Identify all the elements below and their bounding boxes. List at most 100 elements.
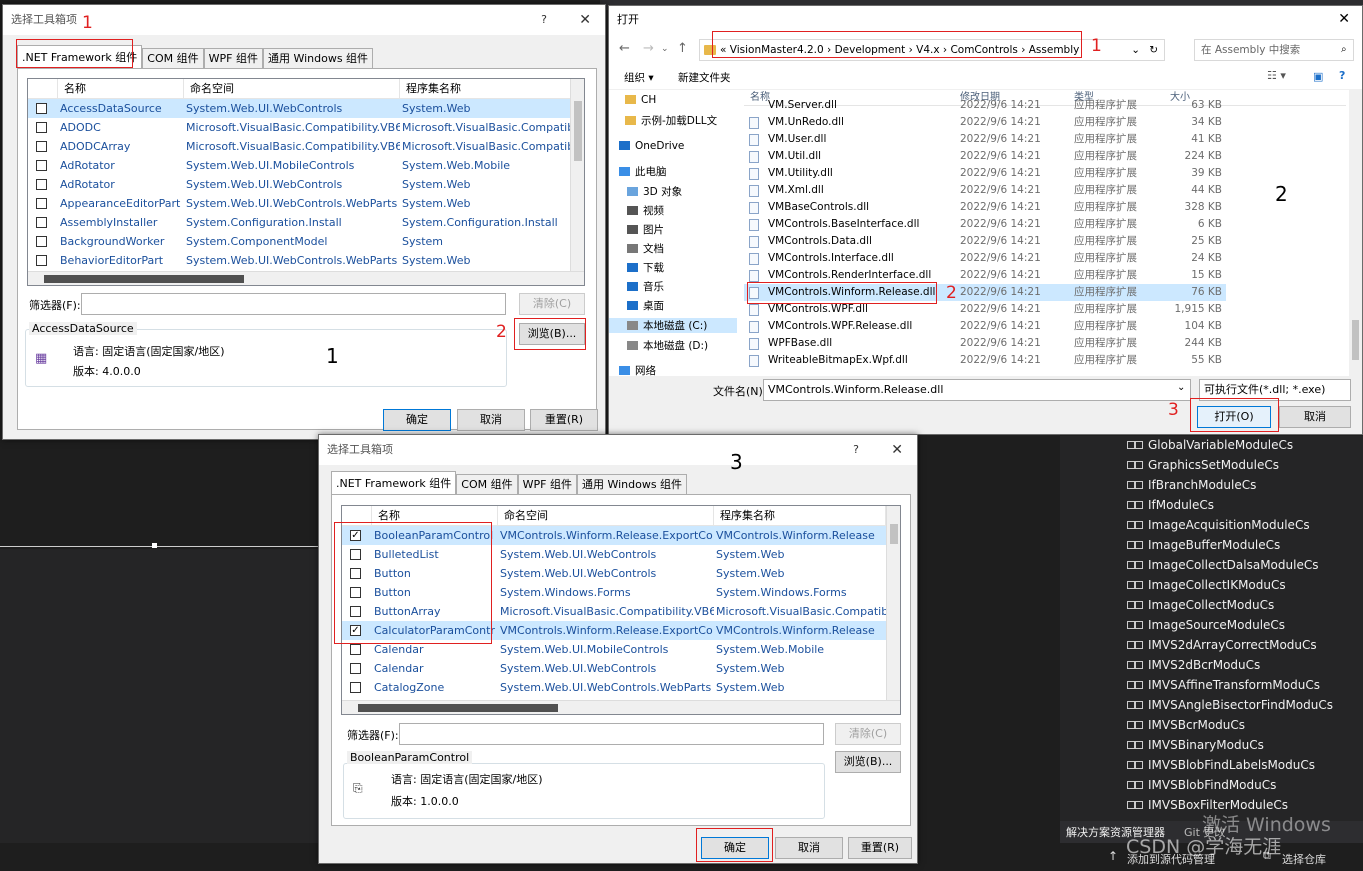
clear-button[interactable]: 清除(C) — [519, 293, 585, 315]
checkbox[interactable] — [36, 198, 47, 209]
checkbox[interactable] — [36, 160, 47, 171]
col-assembly[interactable]: 程序集名称 — [400, 79, 572, 98]
list-row[interactable]: AdRotator System.Web.UI.MobileControls Sys… — [28, 156, 584, 175]
nav-item[interactable]: 视频 — [627, 203, 664, 218]
file-row[interactable]: VM.User.dll 2022/9/6 14:21 应用程序扩展 41 KB — [744, 131, 1226, 148]
tree-item[interactable]: IfModuleCs — [1127, 498, 1214, 512]
tree-item[interactable]: IMVSBlobFindModuCs — [1127, 778, 1276, 792]
tree-item[interactable]: ImageCollectDalsaModuleCs — [1127, 558, 1318, 572]
list-row[interactable]: AppearanceEditorPart System.Web.UI.WebCon… — [28, 194, 584, 213]
tree-item[interactable]: IfBranchModuleCs — [1127, 478, 1256, 492]
close-icon[interactable]: ✕ — [579, 5, 591, 35]
tab-com[interactable]: COM 组件 — [456, 474, 518, 494]
reset-button[interactable]: 重置(R) — [530, 409, 598, 431]
preview-pane-icon[interactable]: ▣ — [1313, 70, 1323, 83]
chevron-down-icon[interactable]: ⌄ — [1131, 40, 1140, 60]
tree-item[interactable]: ImageCollectIKModuCs — [1127, 578, 1286, 592]
nav-item[interactable]: 3D 对象 — [627, 184, 682, 199]
nav-item[interactable]: 本地磁盘 (D:) — [627, 338, 708, 353]
close-icon[interactable]: ✕ — [891, 435, 903, 465]
nav-item[interactable]: 音乐 — [627, 279, 664, 294]
checkbox[interactable] — [36, 122, 47, 133]
select-repository[interactable]: 选择仓库 — [1282, 851, 1326, 867]
nav-item[interactable]: 示例-加载DLL文 — [625, 113, 717, 128]
col-assembly[interactable]: 程序集名称 — [714, 506, 886, 525]
back-arrow-icon[interactable]: ← — [619, 41, 630, 56]
ok-button[interactable]: 确定 — [383, 409, 451, 431]
checkbox[interactable] — [36, 255, 47, 266]
file-row[interactable]: VM.UnRedo.dll 2022/9/6 14:21 应用程序扩展 34 KB — [744, 114, 1226, 131]
nav-item[interactable]: 文档 — [627, 241, 664, 256]
tree-item[interactable]: ImageAcquisitionModuleCs — [1127, 518, 1310, 532]
nav-item[interactable]: CH — [625, 94, 656, 106]
filter-input[interactable] — [81, 293, 506, 315]
filter-input[interactable] — [399, 723, 824, 745]
browse-button[interactable]: 浏览(B)... — [835, 751, 901, 773]
cancel-button[interactable]: 取消 — [775, 837, 843, 859]
vertical-scrollbar[interactable] — [1349, 90, 1362, 376]
nav-item[interactable]: 本地磁盘 (C:) — [609, 318, 737, 333]
tree-item[interactable]: GraphicsSetModuleCs — [1127, 458, 1279, 472]
list-row[interactable]: AssemblyInstaller System.Configuration.In… — [28, 213, 584, 232]
chevron-down-icon[interactable]: ⌄ — [1177, 382, 1185, 393]
tab-wpf[interactable]: WPF 组件 — [203, 48, 263, 68]
col-namespace[interactable]: 命名空间 — [184, 79, 400, 98]
refresh-icon[interactable]: ↻ — [1149, 40, 1158, 60]
scroll-thumb[interactable] — [574, 101, 582, 161]
scroll-thumb[interactable] — [890, 524, 898, 544]
help-icon[interactable]: ? — [853, 435, 859, 465]
checkbox[interactable] — [36, 179, 47, 190]
help-icon[interactable]: ? — [541, 5, 547, 35]
file-row[interactable]: VMControls.WPF.Release.dll 2022/9/6 14:21… — [744, 318, 1226, 335]
search-input[interactable]: 在 Assembly 中搜索 — [1194, 39, 1354, 61]
file-row[interactable]: VM.Server.dll 2022/9/6 14:21 应用程序扩展 63 KB — [744, 99, 1226, 114]
tree-item[interactable]: ImageCollectModuCs — [1127, 598, 1274, 612]
list-row[interactable]: Calendar System.Web.UI.WebControls System.… — [342, 659, 900, 678]
nav-item[interactable]: 图片 — [627, 222, 664, 237]
tree-item[interactable]: IMVSAngleBisectorFindModuCs — [1127, 698, 1333, 712]
list-row[interactable]: ADODC Microsoft.VisualBasic.Compatibility… — [28, 118, 584, 137]
tab-uwp[interactable]: 通用 Windows 组件 — [576, 474, 688, 494]
close-icon[interactable]: ✕ — [1338, 6, 1350, 33]
cancel-button[interactable]: 取消 — [1279, 406, 1351, 428]
filename-input[interactable]: VMControls.Winform.Release.dll — [763, 379, 1191, 401]
file-row[interactable]: WPFBase.dll 2022/9/6 14:21 应用程序扩展 244 KB — [744, 335, 1226, 352]
tree-item[interactable]: IMVS2dArrayCorrectModuCs — [1127, 638, 1317, 652]
up-arrow-icon[interactable]: ↑ — [677, 41, 688, 56]
tree-item[interactable]: GlobalVariableModuleCs — [1127, 438, 1293, 452]
tab-uwp[interactable]: 通用 Windows 组件 — [262, 48, 374, 68]
reset-button[interactable]: 重置(R) — [848, 837, 912, 859]
scroll-thumb[interactable] — [358, 704, 558, 712]
list-row[interactable]: AccessDataSource System.Web.UI.WebControl… — [28, 99, 584, 118]
checkbox[interactable] — [36, 103, 47, 114]
nav-item[interactable]: OneDrive — [619, 140, 684, 152]
scroll-thumb[interactable] — [44, 275, 244, 283]
file-row[interactable]: VM.Utility.dll 2022/9/6 14:21 应用程序扩展 39 KB — [744, 165, 1226, 182]
vertical-scrollbar[interactable] — [886, 506, 900, 700]
help-icon[interactable]: ? — [1339, 69, 1345, 82]
nav-item[interactable]: 此电脑 — [619, 164, 667, 179]
list-row[interactable]: AdRotator System.Web.UI.WebControls System… — [28, 175, 584, 194]
list-row[interactable]: ADODCArray Microsoft.VisualBasic.Compatib… — [28, 137, 584, 156]
file-row[interactable]: VMControls.Interface.dll 2022/9/6 14:21 应用… — [744, 250, 1226, 267]
cancel-button[interactable]: 取消 — [457, 409, 525, 431]
file-row[interactable]: WriteableBitmapEx.Wpf.dll 2022/9/6 14:21 应… — [744, 352, 1226, 369]
list-row[interactable]: BehaviorEditorPart System.Web.UI.WebContr… — [28, 251, 584, 270]
file-row[interactable]: VM.Xml.dll 2022/9/6 14:21 应用程序扩展 44 KB — [744, 182, 1226, 199]
checkbox[interactable] — [350, 682, 361, 693]
tab-wpf[interactable]: WPF 组件 — [517, 474, 577, 494]
checkbox[interactable] — [36, 141, 47, 152]
horizontal-scrollbar[interactable] — [342, 700, 900, 714]
tree-item[interactable]: IMVS2dBcrModuCs — [1127, 658, 1260, 672]
checkbox[interactable] — [36, 217, 47, 228]
file-row[interactable]: VMBaseControls.dll 2022/9/6 14:21 应用程序扩展 32… — [744, 199, 1226, 216]
tree-item[interactable]: IMVSAffineTransformModuCs — [1127, 678, 1320, 692]
tree-item[interactable]: ImageSourceModuleCs — [1127, 618, 1285, 632]
tree-item[interactable]: IMVSBlobFindLabelsModuCs — [1127, 758, 1315, 772]
chevron-down-icon[interactable]: ⌄ — [661, 44, 669, 54]
list-row[interactable]: BackgroundWorker System.ComponentModel Sys… — [28, 232, 584, 251]
clear-button[interactable]: 清除(C) — [835, 723, 901, 745]
forward-arrow-icon[interactable]: → — [643, 41, 654, 56]
tree-item[interactable]: IMVSBinaryModuCs — [1127, 738, 1264, 752]
col-name[interactable]: 名称 — [58, 79, 184, 98]
